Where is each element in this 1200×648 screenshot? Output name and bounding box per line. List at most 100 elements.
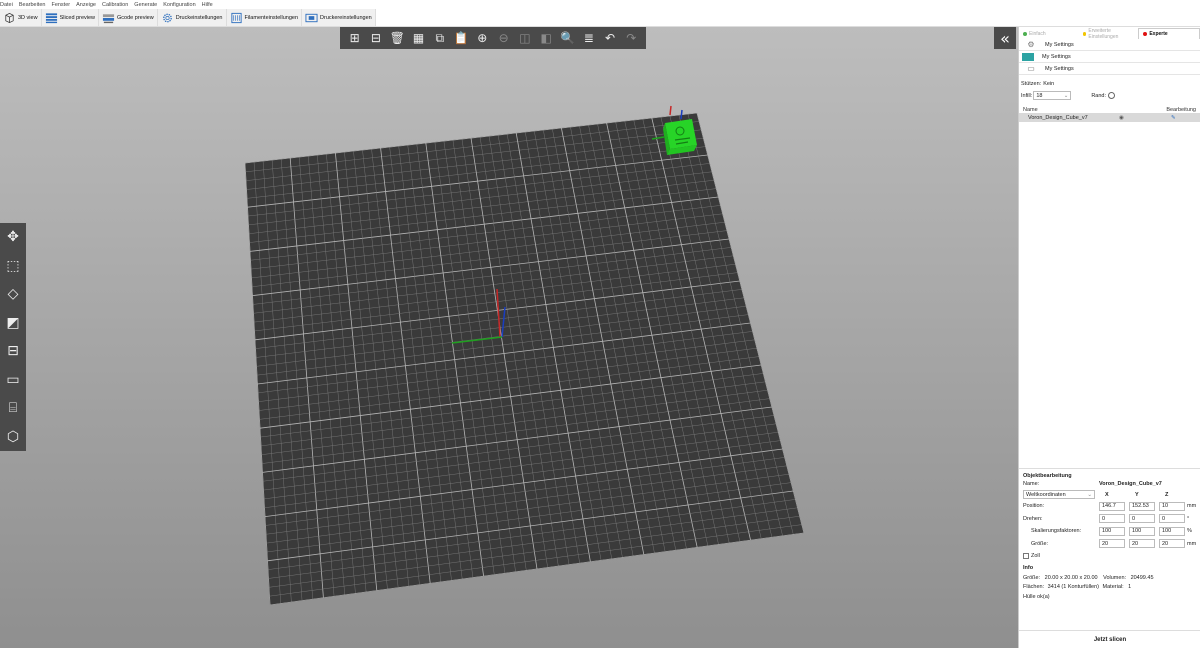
- gcode-icon: [102, 13, 115, 23]
- inch-label: Zoll: [1031, 552, 1040, 559]
- tab-sliced-preview[interactable]: Sliced preview: [41, 9, 100, 26]
- menu-item[interactable]: Fenster: [51, 2, 70, 8]
- place-on-face-icon[interactable]: ◩: [2, 312, 24, 334]
- remove-instance-icon[interactable]: ⊖: [495, 30, 512, 47]
- 3d-viewport[interactable]: ⊞ ⊟ 🗑 ▦ ⧉ 📋 ⊕ ⊖ ◫ ◧ 🔍 ≣ ↶ ↷ « ✥ ⬚ ◇ ◩ ⊟ ▭ ⌸ ⬡: [0, 27, 1018, 648]
- collapse-sidebar-button[interactable]: «: [994, 27, 1016, 49]
- menu-item[interactable]: Datei: [0, 2, 13, 8]
- info-manifold: Hülle ok(a): [1023, 593, 1050, 600]
- tab-label: Druckereinstellungen: [320, 14, 372, 21]
- print-preset-value: My Settings: [1045, 41, 1074, 48]
- cut-icon[interactable]: ⊟: [2, 340, 24, 362]
- printer-icon: [305, 13, 318, 22]
- mode-advanced[interactable]: Erweiterte Einstellungen: [1079, 28, 1139, 40]
- layers-icon: [45, 12, 57, 23]
- menu-item[interactable]: Bearbeiten: [19, 2, 46, 8]
- slice-now-button[interactable]: Jetzt slicen: [1019, 630, 1200, 648]
- scale-y-input[interactable]: 100: [1129, 526, 1155, 536]
- menu-item[interactable]: Calibration: [102, 2, 128, 8]
- position-z-input[interactable]: 10: [1159, 501, 1185, 511]
- mode-selector: Einfach Erweiterte Einstellungen Experte: [1019, 28, 1200, 40]
- hollow-icon[interactable]: ⬡: [2, 426, 24, 448]
- menu-item[interactable]: Generate: [134, 2, 157, 8]
- size-y-input[interactable]: 20: [1129, 539, 1155, 549]
- scale-x-input[interactable]: 100: [1099, 526, 1125, 536]
- filament-preset-select[interactable]: My Settings: [1019, 51, 1200, 63]
- tab-label: 3D view: [18, 14, 38, 21]
- split-objects-icon[interactable]: ◫: [516, 30, 533, 47]
- name-row: Name: Voron_Design_Cube_v7: [1023, 479, 1196, 489]
- tab-filament-settings[interactable]: Filamenteinstellungen: [226, 9, 303, 26]
- layers-icon[interactable]: ≣: [580, 30, 597, 47]
- undo-icon[interactable]: ↶: [602, 30, 619, 47]
- rotate-icon[interactable]: ◇: [2, 283, 24, 305]
- menu-item[interactable]: Konfiguration: [163, 2, 195, 8]
- supports-label: Stützen:: [1021, 80, 1042, 87]
- size-z-input[interactable]: 20: [1159, 539, 1185, 549]
- tab-print-settings[interactable]: Druckeinstellungen: [157, 9, 227, 26]
- position-y-input[interactable]: 152.53: [1129, 501, 1155, 511]
- info-volume-value: 20499.45: [1130, 574, 1154, 581]
- scale-icon[interactable]: ⬚: [2, 255, 24, 277]
- viewport-toolbar: ⊞ ⊟ 🗑 ▦ ⧉ 📋 ⊕ ⊖ ◫ ◧ 🔍 ≣ ↶ ↷: [340, 27, 646, 49]
- coordinate-select[interactable]: Weltkoordinaten ⌄: [1023, 490, 1095, 499]
- mode-label: Experte: [1149, 31, 1168, 37]
- rotate-y-input[interactable]: 0: [1129, 514, 1155, 524]
- infill-row: Infill: 18 ⌄ Rand:: [1019, 90, 1200, 101]
- info-facets-label: Flächen:: [1023, 584, 1045, 590]
- tab-3d-view[interactable]: 3D view: [0, 9, 42, 26]
- copy-icon[interactable]: ⧉: [431, 30, 448, 47]
- rotate-x-input[interactable]: 0: [1099, 514, 1125, 524]
- paint-supports-icon[interactable]: ▭: [2, 369, 24, 391]
- scale-unit: %: [1187, 528, 1192, 535]
- tab-printer-settings[interactable]: Druckereinstellungen: [302, 9, 376, 26]
- menu-item[interactable]: Anzeige: [76, 2, 96, 8]
- rotate-z-input[interactable]: 0: [1159, 514, 1185, 524]
- mode-simple[interactable]: Einfach: [1019, 28, 1079, 39]
- printer-preset-value: My Settings: [1045, 65, 1074, 72]
- scale-z-input[interactable]: 100: [1159, 526, 1185, 536]
- supports-value[interactable]: Kein: [1043, 81, 1054, 87]
- edit-icon[interactable]: ✎: [1171, 115, 1176, 121]
- delete-all-icon[interactable]: 🗑: [389, 30, 406, 47]
- print-preset-select[interactable]: ⚙ My Settings: [1019, 39, 1200, 51]
- mode-expert[interactable]: Experte: [1138, 28, 1200, 39]
- position-unit: mm: [1187, 503, 1197, 510]
- printer-preset-select[interactable]: ▭ My Settings: [1019, 63, 1200, 75]
- print-bed[interactable]: [0, 27, 1018, 648]
- tab-gcode-preview[interactable]: Gcode preview: [99, 9, 158, 26]
- inch-checkbox[interactable]: [1023, 552, 1029, 559]
- info-title: Info: [1023, 565, 1034, 571]
- delete-icon[interactable]: ⊟: [367, 30, 384, 47]
- menu-item[interactable]: Hilfe: [202, 2, 213, 8]
- size-label: Größe:: [1031, 540, 1049, 547]
- add-instance-icon[interactable]: ⊕: [474, 30, 491, 47]
- rotate-unit: °: [1187, 515, 1190, 522]
- tab-label: Druckeinstellungen: [175, 14, 223, 21]
- cube-icon: [5, 12, 14, 23]
- info-size-label: Größe:: [1023, 574, 1041, 581]
- rotate-row: Drehen: 0 0 0 °: [1023, 513, 1196, 526]
- brim-checkbox[interactable]: [1108, 92, 1115, 99]
- axes-header: Weltkoordinaten ⌄ X Y Z: [1023, 489, 1196, 500]
- search-icon[interactable]: 🔍: [559, 30, 576, 47]
- position-x-input[interactable]: 146.7: [1099, 501, 1125, 511]
- position-row: Position: 146.7 152.53 10 mm: [1023, 500, 1196, 513]
- scale-row: Skalierungsfaktoren: 100 100 100 %: [1023, 525, 1196, 538]
- list-item[interactable]: Voron_Design_Cube_v7 ◉ ✎: [1019, 113, 1200, 122]
- add-icon[interactable]: ⊞: [346, 30, 363, 47]
- move-icon[interactable]: ✥: [2, 226, 24, 248]
- redo-icon[interactable]: ↷: [623, 30, 640, 47]
- seam-icon[interactable]: ⌸: [2, 397, 24, 419]
- tab-label: Sliced preview: [59, 14, 96, 21]
- infill-value: 18: [1036, 92, 1043, 99]
- size-x-input[interactable]: 20: [1099, 539, 1125, 549]
- chevron-down-icon: ⌄: [1087, 491, 1092, 498]
- infill-select[interactable]: 18 ⌄: [1033, 91, 1072, 100]
- split-parts-icon[interactable]: ◧: [538, 30, 555, 47]
- paste-icon[interactable]: 📋: [453, 30, 470, 47]
- eye-icon[interactable]: ◉: [1119, 115, 1124, 121]
- arrange-icon[interactable]: ▦: [410, 30, 427, 47]
- filament-color-swatch: [1022, 52, 1034, 61]
- supports-row: Stützen: Kein: [1019, 79, 1200, 88]
